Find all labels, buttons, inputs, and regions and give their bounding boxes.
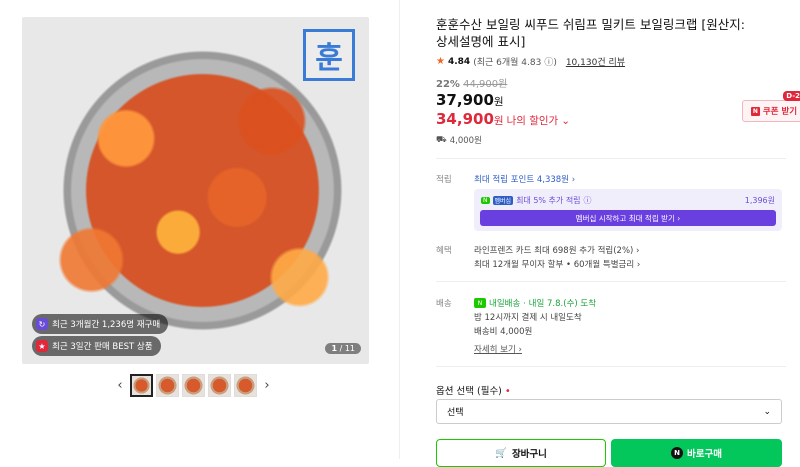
tomorrow-delivery-date: · 내일 7.8.(수) 도착: [523, 299, 597, 309]
my-price[interactable]: 34,900원 나의 할인가 ⌄: [436, 110, 570, 128]
cart-icon: 🛒: [495, 447, 507, 459]
option-label: 옵션 선택 (필수) •: [436, 386, 511, 397]
delivery-details-link[interactable]: 자세히 보기 ›: [474, 343, 522, 355]
delivery-label: 배송: [436, 299, 452, 309]
npay-membership-box: N 멤버십 최대 5% 추가 적립 ⓘ 1,396원 멤버십 시작하고 최대 적립 받…: [474, 189, 782, 231]
membership-start-button[interactable]: 멤버십 시작하고 최대 적립 받기 ›: [480, 210, 776, 226]
rating-recent: (최근 6개월 4.83: [473, 58, 542, 68]
shipping-fee-text: 4,000원: [449, 136, 482, 146]
brand-logo: 훈: [303, 29, 355, 81]
divider: [436, 158, 786, 159]
tomorrow-delivery-label: 내일배송: [489, 299, 521, 309]
benefit-label: 혜택: [436, 246, 452, 256]
info-icon[interactable]: ⓘ): [544, 55, 557, 68]
coupon-label: 쿠폰 받기: [762, 107, 798, 117]
divider: [436, 281, 786, 282]
review-count-link[interactable]: 10,130건 리뷰: [566, 55, 625, 68]
thumbnail-prev-icon[interactable]: ‹: [113, 378, 127, 393]
product-title: 훈훈수산 보일링 씨푸드 쉬림프 밀키트 보일링크랩 [원산지: 상세설명에 표…: [436, 17, 745, 49]
image-counter: 1 / 11: [325, 343, 361, 354]
sale-price: 37,900원: [436, 91, 504, 109]
info-icon[interactable]: ⓘ: [584, 195, 592, 206]
delivery-fee: 배송비 4,000원: [474, 327, 533, 337]
membership-icon: 멤버십: [492, 196, 514, 205]
best-icon: ★: [36, 340, 48, 352]
thumbnail-3[interactable]: [182, 374, 205, 397]
buy-now-button[interactable]: N 바로구매: [611, 439, 782, 467]
thumbnail-2[interactable]: [156, 374, 179, 397]
thumbnail-5[interactable]: [234, 374, 257, 397]
points-label: 적립: [436, 175, 452, 185]
best-seller-badge-text: 최근 3일간 판매 BEST 상품: [52, 342, 153, 352]
buy-now-label: 바로구매: [687, 449, 722, 460]
discount-rate: 22%: [436, 79, 460, 90]
truck-icon: ⛟: [436, 134, 447, 145]
best-seller-badge: ★ 최근 3일간 판매 BEST 상품: [32, 336, 161, 356]
chevron-down-icon[interactable]: ⌄: [561, 115, 570, 127]
option-select[interactable]: 선택 ⌄: [436, 399, 782, 424]
repurchase-badge-text: 최근 3개월간 1,236명 재구매: [52, 320, 161, 330]
card-benefit-link[interactable]: 라인프렌즈 카드 최대 698원 추가 적립(2%) ›: [474, 244, 639, 256]
required-mark: •: [504, 386, 511, 397]
points-link[interactable]: 최대 적립 포인트 4,338원 ›: [474, 173, 575, 185]
shipping-fee-summary: ⛟ 4,000원: [436, 134, 482, 147]
thumbnail-4[interactable]: [208, 374, 231, 397]
divider: [436, 366, 786, 367]
naver-n-icon: N: [671, 447, 684, 459]
option-select-value: 선택: [447, 408, 464, 418]
add-to-cart-button[interactable]: 🛒 장바구니: [436, 439, 606, 467]
chevron-down-icon: ⌄: [763, 406, 771, 417]
tomorrow-delivery: N 내일배송 · 내일 7.8.(수) 도착: [474, 297, 596, 309]
add-to-cart-label: 장바구니: [511, 449, 547, 460]
thumbnail-1[interactable]: [130, 374, 153, 397]
repurchase-icon: ↻: [36, 318, 48, 330]
thumbnail-next-icon[interactable]: ›: [260, 378, 274, 393]
delivery-truck-icon: N: [474, 298, 486, 308]
star-icon: ★: [436, 56, 445, 67]
my-price-label: 나의 할인가: [506, 115, 559, 127]
npay-amount: 1,396원: [744, 196, 775, 205]
coupon-deadline-tag: D-2: [783, 91, 800, 101]
rating-row: ★ 4.84 (최근 6개월 4.83 ⓘ) 10,130건 리뷰: [436, 55, 625, 68]
repurchase-badge: ↻ 최근 3개월간 1,236명 재구매: [32, 314, 169, 334]
coupon-button[interactable]: D-2 N 쿠폰 받기: [742, 91, 800, 122]
naver-n-icon: N: [481, 197, 490, 204]
rating-value: 4.84: [447, 56, 471, 67]
npay-extra-points: N 멤버십 최대 5% 추가 적립 ⓘ: [481, 195, 592, 206]
naver-n-icon: N: [750, 106, 760, 116]
delivery-cutoff: 밤 12시까지 결제 시 내일도착: [474, 313, 582, 323]
original-price: 44,900원: [463, 79, 508, 90]
gallery-panel: 훈 ↻ 최근 3개월간 1,236명 재구매 ★ 최근 3일간 판매 BEST …: [0, 0, 400, 459]
discount-row: 22% 44,900원: [436, 75, 507, 90]
installment-benefit-link[interactable]: 최대 12개월 무이자 할부 • 60개월 특별금리 ›: [474, 258, 640, 270]
thumbnail-strip: ‹ ›: [113, 374, 274, 397]
product-main-image[interactable]: 훈 ↻ 최근 3개월간 1,236명 재구매 ★ 최근 3일간 판매 BEST …: [22, 17, 369, 364]
